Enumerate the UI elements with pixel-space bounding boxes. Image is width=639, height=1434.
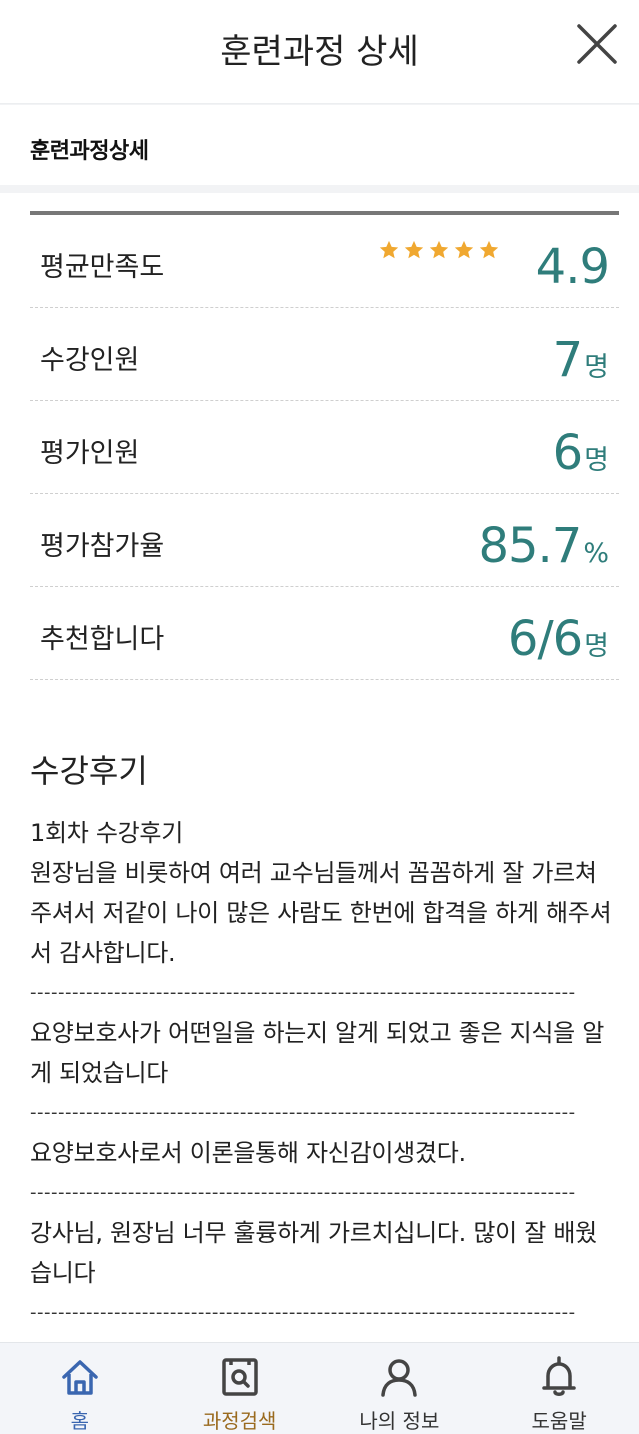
stat-label: 추천합니다 — [40, 624, 165, 655]
stat-label: 평균만족도 — [40, 252, 165, 283]
review-divider: ----------------------------------------… — [30, 982, 576, 1003]
stat-value: 4.9 — [535, 239, 610, 295]
reviews-heading: 수강후기 — [30, 752, 148, 790]
stat-row-participation: 평가참가율 85.7% — [30, 494, 619, 587]
stat-value: 6/6명 — [508, 611, 609, 667]
stat-label: 수강인원 — [40, 345, 140, 376]
header: 훈련과정 상세 — [0, 0, 639, 104]
recommend-count: 6/6 — [507, 611, 583, 667]
nav-label: 홈 — [70, 1409, 90, 1433]
participation-rate: 85.7 — [478, 518, 582, 574]
page-title: 훈련과정 상세 — [220, 32, 419, 72]
reviews-body: 1회차 수강후기 원장님을 비롯하여 여러 교수님들께서 꼼꼼하게 잘 가르쳐주… — [30, 813, 612, 1333]
stat-value: 6명 — [553, 425, 609, 481]
stat-label: 평가인원 — [40, 438, 140, 469]
stat-row-enrolled: 수강인원 7명 — [30, 308, 619, 401]
nav-help[interactable]: 도움말 — [479, 1343, 639, 1434]
review-divider: ----------------------------------------… — [30, 1182, 576, 1203]
home-icon — [62, 1360, 98, 1395]
bottom-nav: 홈 과정검색 나의 정보 도움말 — [0, 1342, 639, 1434]
bell-icon — [542, 1356, 576, 1396]
star-icon — [479, 240, 499, 259]
stat-unit: 명 — [584, 445, 609, 476]
evaluator-count: 6 — [552, 425, 584, 481]
search-document-icon — [221, 1358, 258, 1396]
rating-stars — [378, 239, 500, 261]
nav-course-search[interactable]: 과정검색 — [160, 1343, 320, 1434]
review-divider: ----------------------------------------… — [30, 1102, 576, 1123]
stat-row-evaluators: 평가인원 6명 — [30, 401, 619, 494]
stat-value: 85.7% — [478, 518, 609, 574]
star-icon — [429, 240, 449, 259]
close-button[interactable] — [575, 22, 619, 66]
star-icon — [379, 240, 399, 259]
stats-table: 평균만족도 4.9 수강인원 7명 평가인원 6명 평가참가율 85.7% 추천… — [30, 211, 619, 680]
satisfaction-score: 4.9 — [535, 239, 610, 295]
nav-my-info[interactable]: 나의 정보 — [320, 1343, 480, 1434]
stat-unit: 명 — [584, 352, 609, 383]
stat-value: 7명 — [553, 332, 609, 388]
nav-label: 과정검색 — [202, 1409, 277, 1433]
review-line: 요양보호사가 어떤일을 하는지 알게 되었고 좋은 지식을 알게 되었습니다 — [30, 1019, 605, 1087]
stat-row-recommend: 추천합니다 6/6명 — [30, 587, 619, 680]
section-title: 훈련과정상세 — [30, 139, 149, 164]
section-card: 훈련과정상세 — [0, 105, 639, 185]
review-line: 1회차 수강후기 — [30, 819, 183, 847]
nav-label: 도움말 — [531, 1409, 587, 1433]
stat-label: 평가참가율 — [40, 531, 165, 562]
review-line: 원장님을 비롯하여 여러 교수님들께서 꼼꼼하게 잘 가르쳐주셔서 저같이 나이… — [30, 859, 612, 967]
star-icon — [404, 240, 424, 259]
nav-label: 나의 정보 — [359, 1409, 440, 1433]
close-icon — [577, 24, 617, 64]
star-icon — [454, 240, 474, 259]
nav-home[interactable]: 홈 — [0, 1343, 160, 1434]
stat-unit: 명 — [584, 631, 609, 662]
review-line: 강사님, 원장님 너무 훌륭하게 가르치십니다. 많이 잘 배웠습니다 — [30, 1219, 597, 1287]
detail-card: 평균만족도 4.9 수강인원 7명 평가인원 6명 평가참가율 85.7% 추천… — [0, 193, 639, 1342]
review-line: 요양보호사로서 이론을통해 자신감이생겼다. — [30, 1139, 466, 1167]
user-icon — [381, 1359, 418, 1397]
stat-row-satisfaction: 평균만족도 4.9 — [30, 215, 619, 308]
stat-unit: % — [583, 538, 609, 569]
enrolled-count: 7 — [552, 332, 584, 388]
review-divider: ----------------------------------------… — [30, 1302, 576, 1323]
